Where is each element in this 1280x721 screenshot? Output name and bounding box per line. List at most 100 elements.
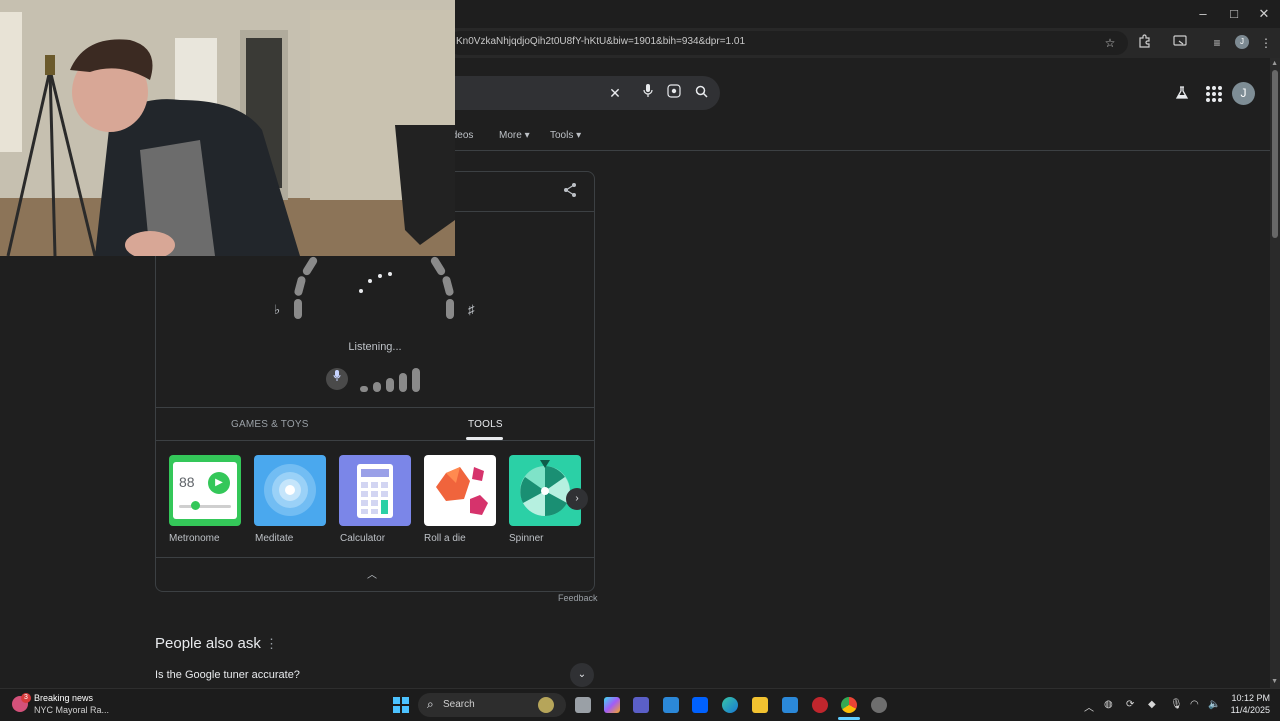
mic-level-bar [386,378,394,392]
tool-label: Calculator [340,533,386,544]
feedback-link[interactable]: Feedback [558,593,598,603]
cast-icon[interactable] [1171,34,1189,52]
edge-icon[interactable] [722,697,738,713]
card-divider [156,557,594,558]
maximize-button[interactable]: □ [1224,6,1244,22]
tuner-mic-button[interactable] [326,368,348,390]
tray-overflow-chevron-icon[interactable]: ︿ [1084,699,1094,714]
browser-profile-avatar[interactable]: J [1235,35,1249,49]
labs-flask-icon[interactable] [1173,86,1191,104]
file-explorer-icon[interactable] [752,697,768,713]
news-badge: 3 [21,693,31,703]
metronome-tempo: 88 [179,474,195,490]
metronome-tile[interactable]: 88 ▶ [169,455,241,526]
microphone-tray-icon[interactable]: 🎙 [1170,699,1183,710]
search-icon: ⌕ [427,697,434,711]
windows-start-icon[interactable] [393,697,409,713]
url-text: Kn0VzkaNhjqdjoQih2t0U8fY-hKtU&biw=1901&b… [456,36,745,47]
expand-chevron-down-icon[interactable]: ⌄ [570,663,594,687]
store-icon[interactable] [663,697,679,713]
search-highlight-icon [538,697,554,713]
news-title[interactable]: Breaking news [34,693,93,703]
tab-more[interactable]: More ▾ [499,130,530,141]
carousel-next-chevron-icon[interactable]: › [566,488,588,510]
search-icon[interactable] [692,84,710,102]
mic-level-bar [360,386,368,392]
tuner-arc-segment [301,255,319,277]
media-queue-icon[interactable]: ≡ [1208,34,1226,52]
tray-sync-icon[interactable]: ⟳ [1126,699,1134,710]
scroll-down-arrow-icon[interactable]: ▼ [1271,678,1278,685]
volume-icon[interactable]: 🔈 [1208,699,1220,710]
news-subtitle[interactable]: NYC Mayoral Ra... [34,705,109,715]
calculator-tile[interactable] [339,455,411,526]
wifi-icon[interactable]: ◠ [1190,699,1199,710]
tool-label: Meditate [255,533,294,544]
more-options-icon[interactable]: ⋮ [265,636,278,652]
search-box[interactable]: ✕ [420,76,720,110]
lens-search-icon[interactable] [665,84,683,102]
taskbar-search-label: Search [443,699,475,710]
chrome-icon[interactable] [841,697,857,713]
meditate-tile[interactable] [254,455,326,526]
card-divider [156,440,594,441]
mail-icon[interactable] [782,697,798,713]
calculator-icon [357,464,393,518]
dice-icon [436,467,488,515]
tuner-needle-dot [378,274,382,278]
roll-a-die-tile[interactable] [424,455,496,526]
webcam-overlay [0,0,455,256]
flat-symbol: ♭ [274,302,281,317]
mic-level-bar [412,368,420,392]
tuner-arc-segment [294,299,302,319]
task-view-icon[interactable] [575,697,591,713]
clear-search-icon[interactable]: ✕ [606,84,624,102]
metronome-icon: 88 ▶ [173,462,237,519]
mic-level-meter [360,367,424,392]
people-also-ask-question[interactable]: Is the Google tuner accurate? [155,669,300,681]
tab-games-toys[interactable]: GAMES & TOYS [231,419,309,430]
mic-level-bar [373,382,381,392]
play-icon: ▶ [208,472,230,494]
opera-icon[interactable] [812,697,828,713]
tab-tools[interactable]: Tools ▾ [550,130,581,141]
tuner-arc-segment [293,275,307,297]
tool-label: Roll a die [424,533,466,544]
sharp-symbol: ♯ [468,302,475,317]
tuner-arc-segment [446,299,454,319]
webcam-feed-image [0,0,455,256]
dropbox-icon[interactable] [692,697,708,713]
scroll-up-arrow-icon[interactable]: ▲ [1271,60,1278,67]
taskbar-search-box[interactable]: ⌕ Search [418,693,566,717]
tray-app-icon[interactable]: ◆ [1148,699,1156,710]
bookmark-star-icon[interactable]: ☆ [1101,34,1119,52]
copilot-icon[interactable] [604,697,620,713]
tuner-needle-dot [359,289,363,293]
tuner-arc-segment [429,255,447,277]
tray-app-icon[interactable]: ◍ [1104,699,1113,710]
clock-date[interactable]: 11/4/2025 [1228,705,1270,715]
people-also-ask-title: People also ask [155,635,261,652]
browser-menu-icon[interactable]: ⋮ [1257,34,1275,52]
minimize-button[interactable]: – [1193,6,1213,22]
extensions-icon[interactable] [1136,34,1154,52]
google-account-avatar[interactable]: J [1232,82,1255,105]
google-apps-icon[interactable] [1206,86,1222,102]
mic-level-bar [399,373,407,392]
voice-search-icon[interactable] [639,84,657,102]
collapse-chevron-up-icon[interactable]: ︿ [367,566,377,581]
scrollbar-thumb[interactable] [1272,70,1278,238]
app-icon[interactable] [871,697,887,713]
tool-label: Spinner [509,533,544,544]
news-widget-icon[interactable]: 3 [12,693,31,712]
address-bar[interactable]: Kn0VzkaNhjqdjoQih2t0U8fY-hKtU&biw=1901&b… [448,31,1128,55]
meditate-icon [264,464,316,516]
tab-tools-category[interactable]: TOOLS [468,419,503,430]
teams-icon[interactable] [633,697,649,713]
close-window-button[interactable]: ✕ [1254,6,1274,22]
clock-time[interactable]: 10:12 PM [1228,693,1270,703]
share-icon[interactable] [562,182,580,200]
tool-label: Metronome [169,533,220,544]
listening-status: Listening... [348,341,402,353]
tuner-needle-dot [368,279,372,283]
